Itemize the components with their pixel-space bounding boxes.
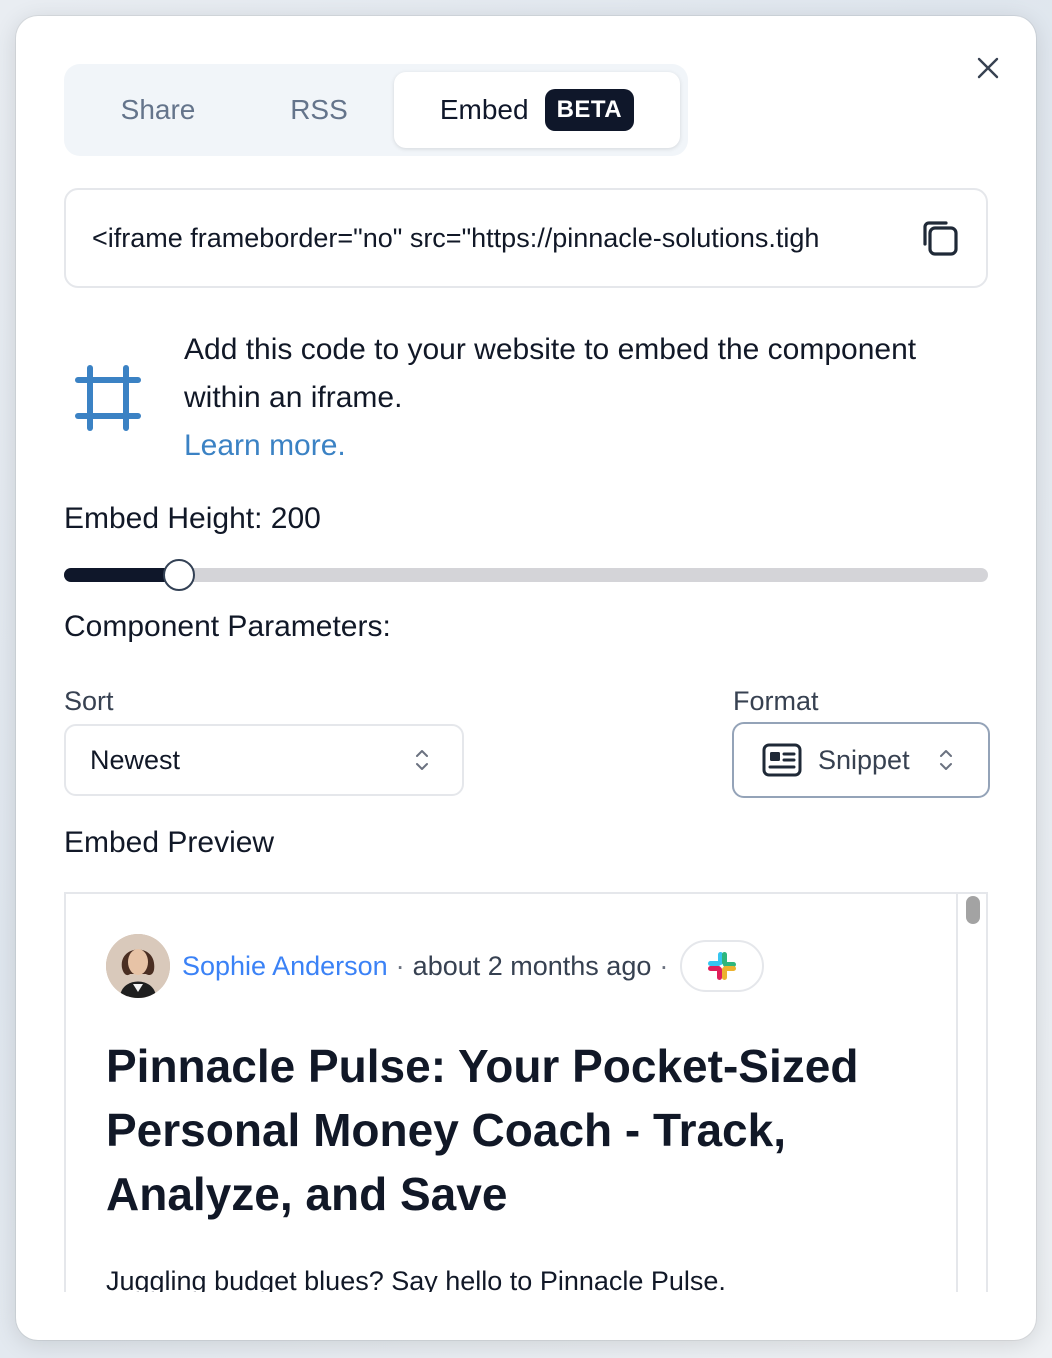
preview-scrollbar[interactable] [966, 896, 980, 924]
post-author-link[interactable]: Sophie Anderson [182, 951, 388, 982]
info-description: Add this code to your website to embed t… [184, 333, 917, 414]
embed-dialog: Share RSS Embed BETA <iframe frameborder… [16, 16, 1036, 1340]
close-icon [977, 57, 999, 79]
format-label: Format [733, 686, 819, 716]
copy-button[interactable] [920, 218, 962, 260]
sort-value: Newest [90, 744, 181, 775]
chevron-updown-icon [416, 750, 428, 770]
frame-icon [75, 365, 141, 431]
avatar[interactable] [106, 934, 170, 998]
separator-dot: · [659, 950, 669, 981]
beta-badge: BETA [544, 89, 635, 131]
tab-rss[interactable]: RSS [244, 72, 394, 148]
embed-preview-frame[interactable]: Sophie Anderson · about 2 months ago · P… [64, 892, 988, 1292]
post-time: about 2 months ago [412, 950, 652, 981]
copy-icon [923, 221, 958, 256]
embed-height-slider[interactable] [64, 559, 988, 591]
format-select[interactable]: Snippet [732, 722, 990, 798]
embed-code-field[interactable]: <iframe frameborder="no" src="https://pi… [64, 188, 988, 288]
sort-label: Sort [64, 686, 114, 716]
slider-thumb[interactable] [163, 559, 195, 591]
embed-preview-heading: Embed Preview [64, 826, 275, 859]
separator-dot: · [395, 950, 405, 981]
embed-code-text: <iframe frameborder="no" src="https://pi… [92, 222, 820, 253]
post-body: Juggling budget blues? Say hello to Pinn… [106, 1266, 726, 1292]
slider-fill [64, 568, 179, 582]
tab-bar: Share RSS Embed BETA [64, 64, 688, 156]
tab-share[interactable]: Share [72, 72, 244, 148]
info-text-block: Add this code to your website to embed t… [184, 326, 944, 470]
post-title[interactable]: Pinnacle Pulse: Your Pocket-Sized Person… [106, 1034, 896, 1226]
snippet-card-icon [762, 743, 802, 777]
close-button[interactable] [972, 52, 1004, 84]
format-value: Snippet [818, 744, 910, 775]
learn-more-link[interactable]: Learn more. [184, 422, 944, 470]
preview-content: Sophie Anderson · about 2 months ago · P… [66, 894, 958, 1292]
chevron-updown-icon [940, 750, 952, 770]
sort-select[interactable]: Newest [64, 724, 464, 796]
source-badge[interactable] [680, 940, 765, 992]
tab-embed-label: Embed [439, 94, 529, 125]
post-meta: Sophie Anderson · about 2 months ago · [106, 934, 765, 998]
slack-icon [708, 952, 737, 980]
embed-height-label: Embed Height: 200 [64, 502, 321, 535]
tab-embed[interactable]: Embed BETA [394, 72, 680, 148]
component-parameters-heading: Component Parameters: [64, 610, 391, 643]
avatar-image [106, 934, 170, 998]
